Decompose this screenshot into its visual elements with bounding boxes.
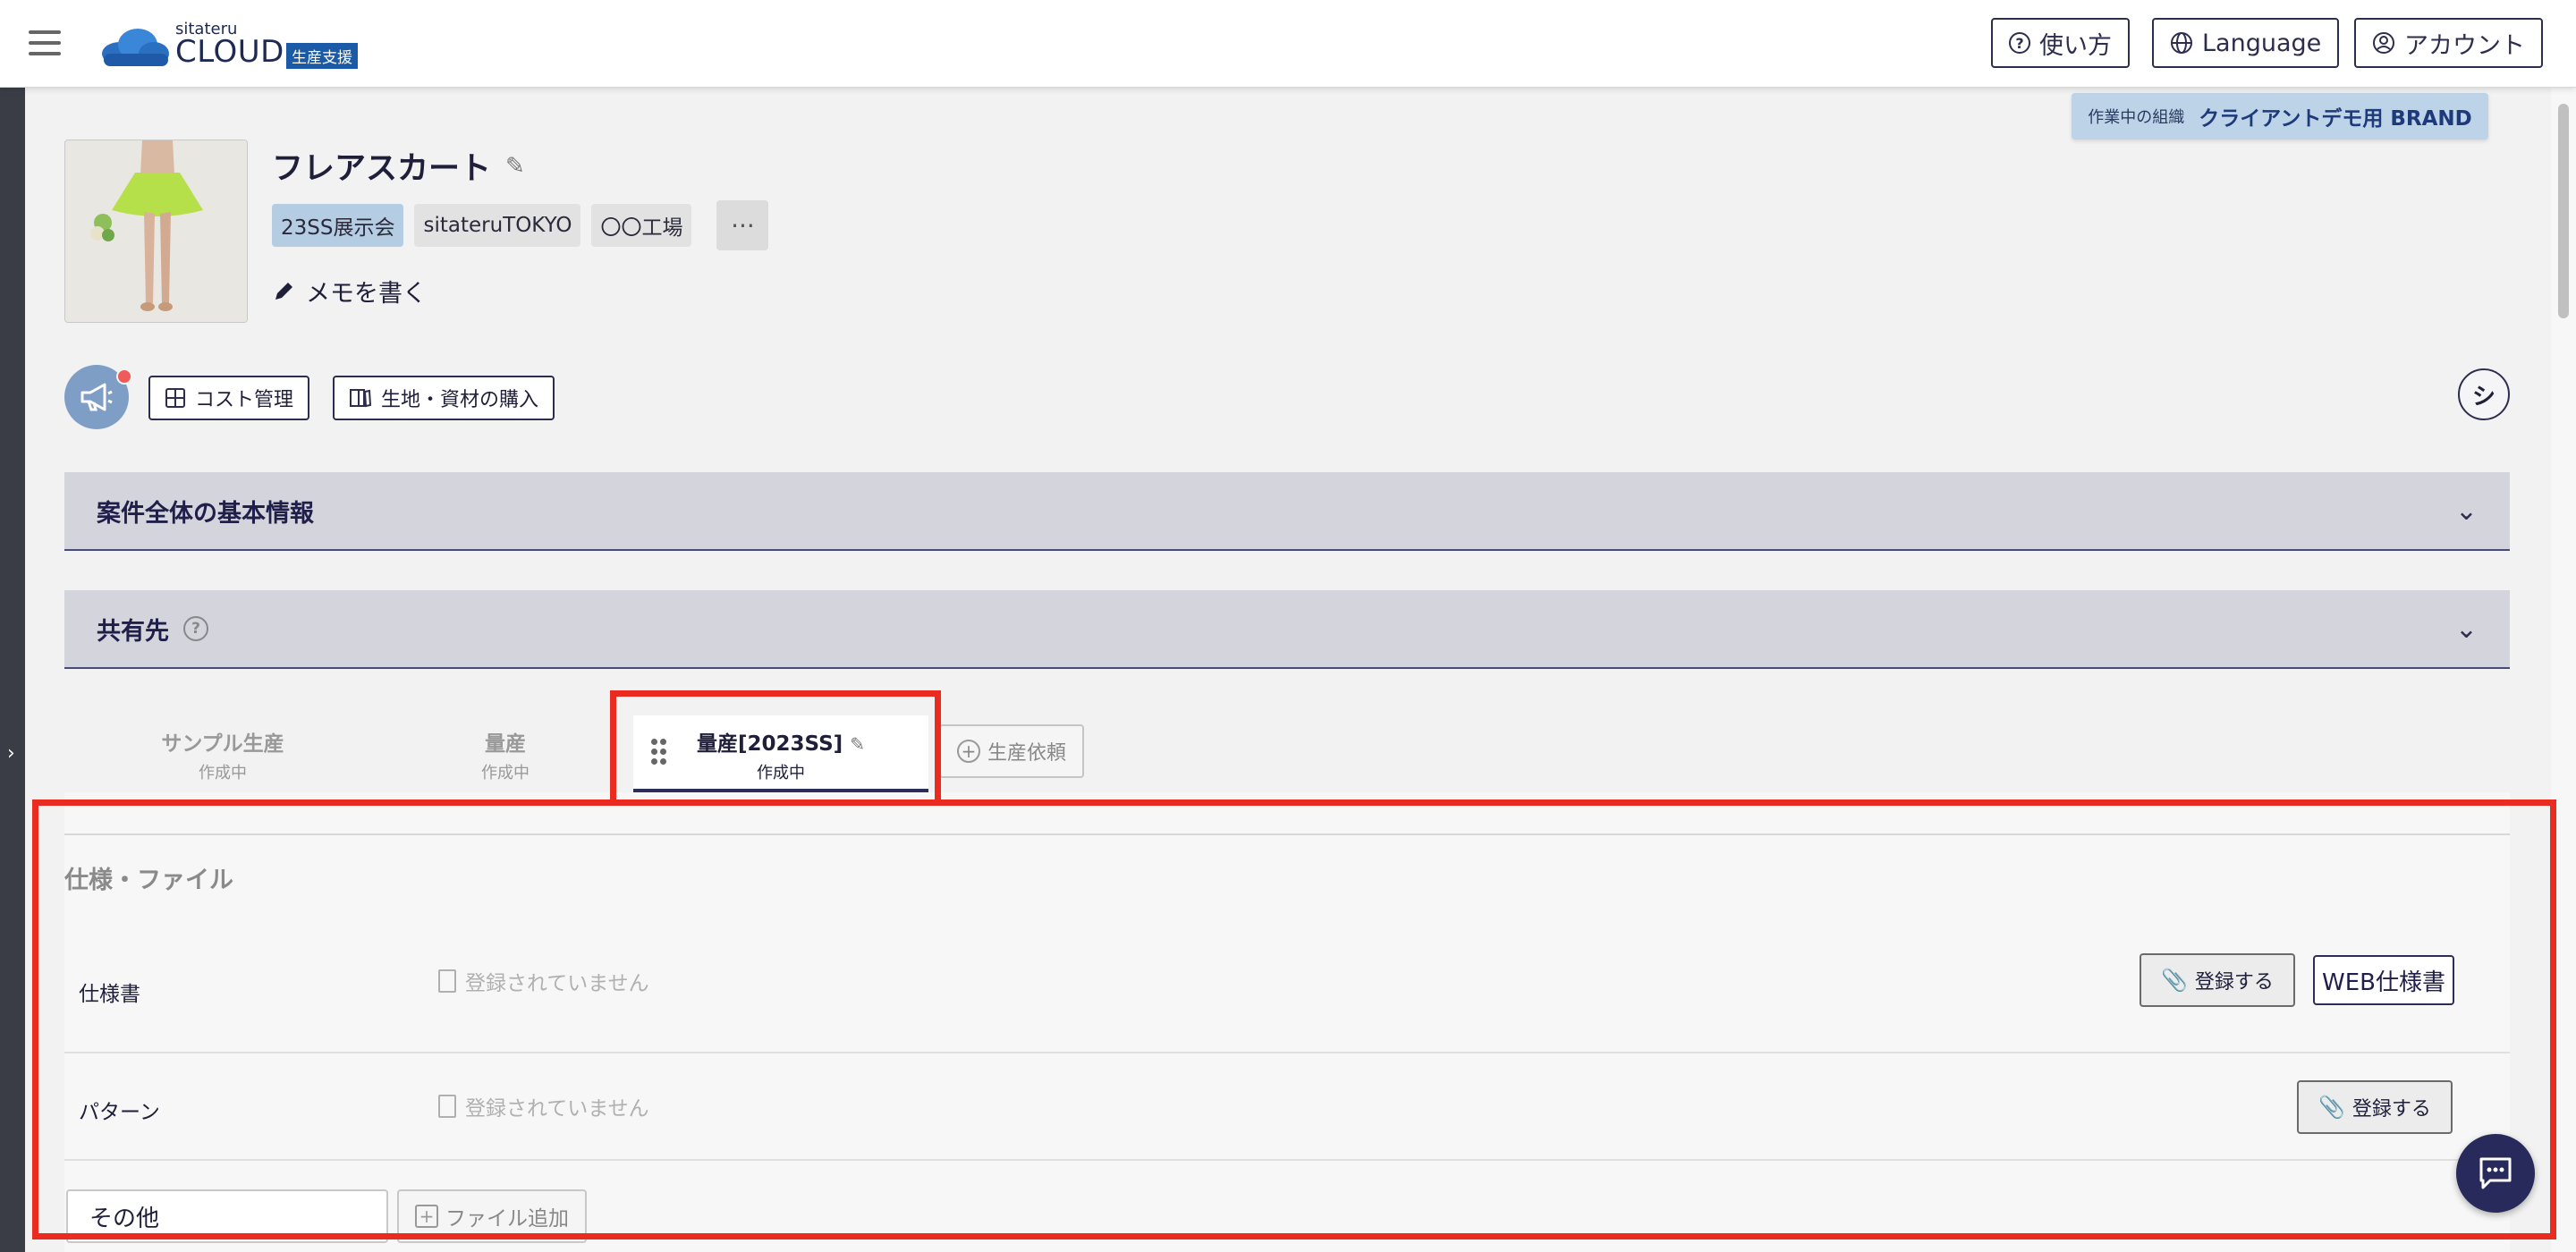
purchase-materials-button[interactable]: 生地・資材の購入 xyxy=(333,376,555,420)
cost-management-label: コスト管理 xyxy=(195,389,294,411)
product-title-text: フレアスカート xyxy=(272,151,492,187)
chevron-down-icon[interactable]: ⌄ xyxy=(2455,495,2478,527)
chat-button[interactable] xyxy=(2456,1134,2535,1213)
chevron-down-icon[interactable]: ⌄ xyxy=(2455,613,2478,645)
edit-pencil-icon[interactable]: ✎ xyxy=(505,153,525,180)
logo-text: CLOUD xyxy=(175,34,284,70)
menu-icon[interactable] xyxy=(29,30,61,55)
cost-management-button[interactable]: コスト管理 xyxy=(148,376,310,420)
scrollbar-thumb[interactable] xyxy=(2558,104,2569,318)
tab-status: 作成中 xyxy=(199,764,247,782)
tag-list: 23SS展示会 sitateruTOKYO 〇〇工場 ··· xyxy=(272,200,769,250)
sidebar-collapsed[interactable]: › xyxy=(0,88,25,1252)
chevron-right-icon[interactable]: › xyxy=(7,742,15,765)
language-button-label: Language xyxy=(2202,29,2322,57)
org-banner: 作業中の組織 クライアントデモ用 BRAND xyxy=(2072,93,2488,140)
user-icon xyxy=(2373,32,2394,54)
tab-mass-production[interactable]: 量産 作成中 xyxy=(358,715,653,792)
product-image[interactable] xyxy=(64,140,248,323)
top-bar: sitateru CLOUD 生産支援 ? 使い方 Language アカウント xyxy=(0,0,2576,88)
notification-badge xyxy=(116,368,132,385)
tab-name: 量産 xyxy=(485,732,526,756)
chat-icon xyxy=(2479,1157,2512,1189)
memo-label: メモを書く xyxy=(306,280,427,308)
globe-icon xyxy=(2171,32,2192,54)
calculator-icon xyxy=(165,388,185,408)
help-button[interactable]: ? 使い方 xyxy=(1991,18,2130,68)
basic-info-title: 案件全体の基本情報 xyxy=(97,499,314,528)
user-initial-button[interactable]: シ xyxy=(2458,368,2510,420)
help-button-label: 使い方 xyxy=(2039,31,2112,60)
highlight-box-tab xyxy=(610,690,941,805)
question-icon: ? xyxy=(2009,32,2030,54)
tag-item[interactable]: 〇〇工場 xyxy=(591,204,692,247)
tab-status: 作成中 xyxy=(481,764,530,782)
org-label: 作業中の組織 xyxy=(2088,108,2185,127)
account-button[interactable]: アカウント xyxy=(2354,18,2543,68)
purchase-materials-label: 生地・資材の購入 xyxy=(381,389,539,411)
write-memo-button[interactable]: メモを書く xyxy=(272,274,427,309)
product-title: フレアスカート ✎ xyxy=(272,143,525,189)
language-button[interactable]: Language xyxy=(2152,18,2340,68)
add-production-request-button[interactable]: + 生産依頼 xyxy=(939,724,1085,778)
logo-badge: 生産支援 xyxy=(286,43,358,69)
product-thumbnail xyxy=(65,140,247,322)
book-icon xyxy=(350,389,372,408)
plus-circle-icon: + xyxy=(957,740,980,763)
pencil-icon xyxy=(275,282,292,300)
highlight-box-content xyxy=(32,799,2556,1239)
tab-sample-production[interactable]: サンプル生産 作成中 xyxy=(75,715,370,792)
share-accordion[interactable]: 共有先 ? ⌄ xyxy=(64,590,2510,669)
tab-name: サンプル生産 xyxy=(161,732,284,756)
help-circle-icon[interactable]: ? xyxy=(183,616,208,641)
account-button-label: アカウント xyxy=(2404,31,2525,60)
cloud-logo-icon xyxy=(102,29,169,66)
org-name: クライアントデモ用 BRAND xyxy=(2199,107,2472,131)
more-options-button[interactable]: ··· xyxy=(716,200,769,250)
megaphone-icon xyxy=(80,383,113,411)
tag-item[interactable]: 23SS展示会 xyxy=(272,204,404,247)
share-title: 共有先 xyxy=(97,617,169,646)
add-production-request-label: 生産依頼 xyxy=(987,742,1067,765)
basic-info-accordion[interactable]: 案件全体の基本情報 ⌄ xyxy=(64,472,2510,551)
tag-item[interactable]: sitateruTOKYO xyxy=(414,204,581,247)
